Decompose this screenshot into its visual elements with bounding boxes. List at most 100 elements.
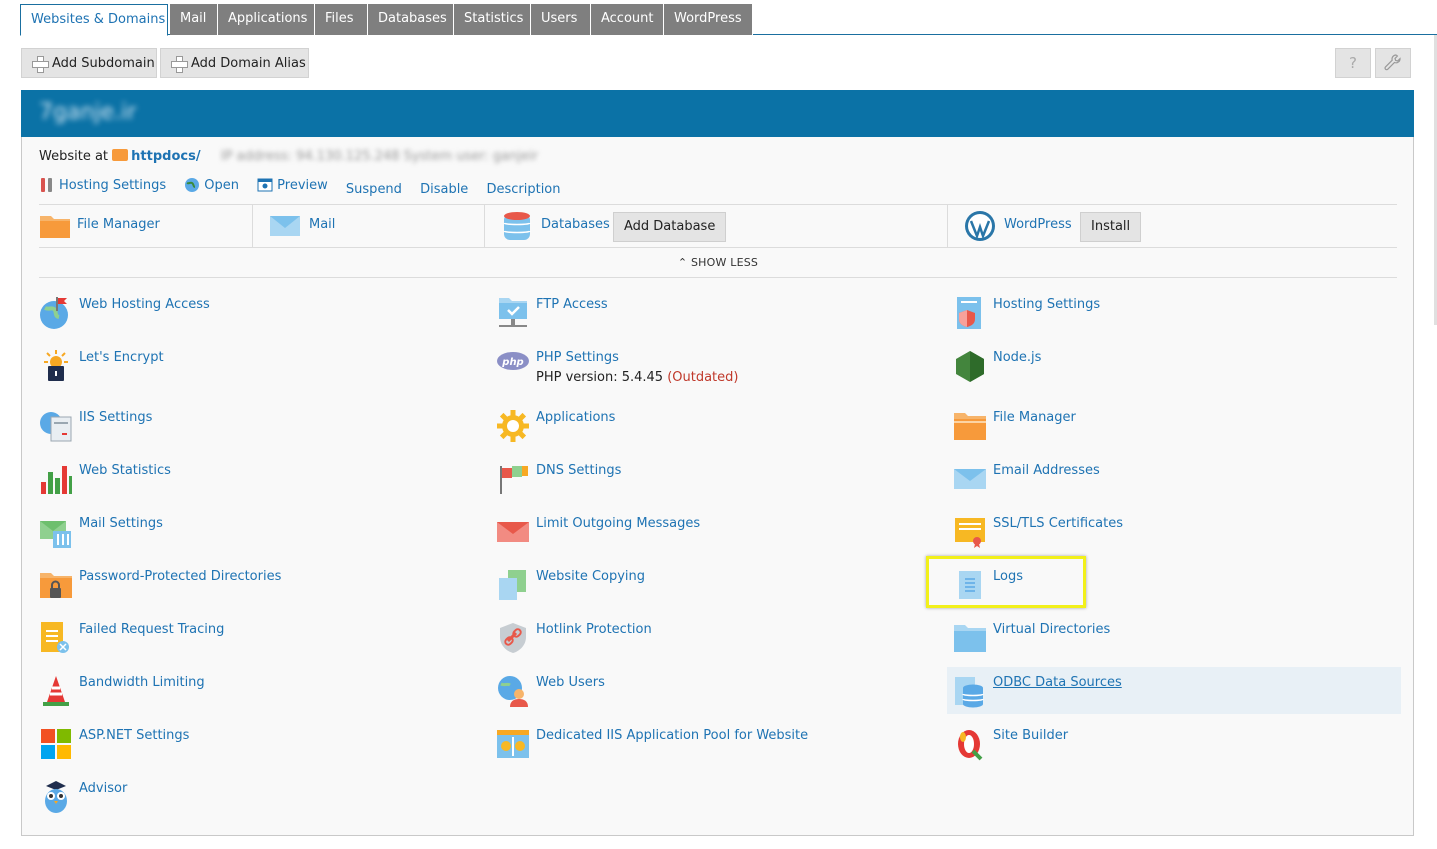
- tool-web-statistics[interactable]: Web Statistics: [39, 462, 459, 508]
- globe-icon: [185, 178, 200, 192]
- website-copying-icon: [499, 570, 526, 600]
- tool-hosting-settings[interactable]: Hosting Settings: [953, 296, 1373, 342]
- mail-settings-icon: [40, 521, 71, 548]
- tab-applications[interactable]: Applications: [218, 4, 315, 35]
- locked-folder-icon: [40, 573, 72, 598]
- php-settings-label: PHP Settings: [536, 350, 619, 365]
- odbc-data-sources-label: ODBC Data Sources: [993, 675, 1122, 690]
- tool-web-users[interactable]: Web Users: [496, 674, 916, 720]
- site-builder-label: Site Builder: [993, 728, 1069, 743]
- dns-flags-icon: [500, 466, 528, 494]
- tool-aspnet-settings[interactable]: ASP.NET Settings: [39, 727, 459, 773]
- nodejs-icon: [956, 351, 984, 382]
- hosting-settings-icon: [41, 178, 52, 192]
- tool-site-builder[interactable]: Site Builder: [953, 727, 1373, 773]
- web-users-label: Web Users: [536, 675, 605, 690]
- quick-mail[interactable]: Mail: [253, 205, 485, 247]
- description-link[interactable]: Description: [486, 182, 560, 197]
- quick-file-manager[interactable]: File Manager: [39, 205, 253, 247]
- hosting-settings-label: Hosting Settings: [59, 177, 167, 193]
- tab-databases[interactable]: Databases: [368, 4, 454, 35]
- website-copying-label: Website Copying: [536, 569, 646, 584]
- tool-php-settings[interactable]: php PHP Settings PHP version: 5.4.45 (Ou…: [496, 349, 916, 395]
- failed-request-tracing-icon: [41, 622, 69, 653]
- docroot-link[interactable]: httpdocs/: [131, 149, 200, 164]
- tool-hotlink-protection[interactable]: Hotlink Protection: [496, 621, 916, 667]
- tool-odbc-data-sources[interactable]: ODBC Data Sources: [953, 674, 1373, 720]
- domain-actions: Hosting Settings Open Preview Suspend Di…: [39, 177, 575, 197]
- install-button[interactable]: Install: [1080, 212, 1142, 242]
- suspend-link[interactable]: Suspend: [346, 182, 402, 197]
- tool-applications[interactable]: Applications: [496, 409, 916, 455]
- tab-websites-domains[interactable]: Websites & Domains: [20, 4, 168, 36]
- tab-statistics[interactable]: Statistics: [454, 4, 531, 35]
- tool-iis-settings[interactable]: IIS Settings: [39, 409, 459, 455]
- tools-button[interactable]: [1375, 48, 1411, 78]
- logs-highlight-box: [926, 556, 1086, 608]
- open-link[interactable]: Open: [184, 177, 239, 193]
- traffic-cone-icon: [43, 676, 69, 706]
- tool-lets-encrypt[interactable]: Let's Encrypt: [39, 349, 459, 395]
- envelope-icon: [954, 469, 986, 489]
- hosting-settings-link[interactable]: Hosting Settings: [39, 177, 166, 193]
- file-manager-label: File Manager: [993, 410, 1076, 425]
- add-domain-alias-label: Add Domain Alias: [191, 56, 306, 71]
- tool-ftp-access[interactable]: FTP Access: [496, 296, 916, 342]
- mail-settings-label: Mail Settings: [79, 516, 163, 531]
- shield-link-icon: [500, 623, 526, 653]
- tool-mail-settings[interactable]: Mail Settings: [39, 515, 459, 561]
- tab-wordpress[interactable]: WordPress: [664, 4, 753, 35]
- website-info: Website at httpdocs/ IP address: 94.130.…: [39, 149, 538, 164]
- folder-icon: [954, 413, 986, 440]
- web-hosting-access-icon: [40, 297, 68, 329]
- help-button[interactable]: ?: [1335, 48, 1371, 78]
- odbc-database-icon: [955, 677, 984, 708]
- tab-account[interactable]: Account: [591, 4, 664, 35]
- domain-panel: 7ganje.ir Website at httpdocs/ IP addres…: [21, 90, 1414, 836]
- show-less-toggle[interactable]: ⌃ SHOW LESS: [39, 247, 1397, 278]
- quick-wordpress[interactable]: WordPress Install: [948, 205, 1397, 247]
- quick-databases[interactable]: Databases Add Database: [485, 205, 948, 247]
- domain-name: 7ganje.ir: [39, 100, 137, 125]
- tab-files[interactable]: Files: [315, 4, 368, 35]
- svg-text:php: php: [501, 357, 523, 368]
- preview-link[interactable]: Preview: [257, 177, 328, 193]
- tool-failed-request-tracing[interactable]: Failed Request Tracing: [39, 621, 459, 667]
- main-tabs: Websites & Domains Mail Applications Fil…: [20, 4, 1437, 36]
- blue-folder-icon: [954, 625, 986, 652]
- tool-limit-outgoing-messages[interactable]: Limit Outgoing Messages: [496, 515, 916, 561]
- advisor-label: Advisor: [79, 781, 128, 796]
- tool-email-addresses[interactable]: Email Addresses: [953, 462, 1373, 508]
- tool-advisor[interactable]: Advisor: [39, 780, 459, 826]
- wordpress-label: WordPress: [1004, 217, 1072, 232]
- tool-dedicated-iis-pool[interactable]: Dedicated IIS Application Pool for Websi…: [496, 727, 916, 773]
- wordpress-icon: [965, 211, 995, 241]
- tool-bandwidth-limiting[interactable]: Bandwidth Limiting: [39, 674, 459, 720]
- tool-nodejs[interactable]: Node.js: [953, 349, 1373, 395]
- tool-web-hosting-access[interactable]: Web Hosting Access: [39, 296, 459, 342]
- virtual-directories-label: Virtual Directories: [993, 622, 1111, 637]
- tab-mail[interactable]: Mail: [170, 4, 218, 35]
- tool-password-protected-directories[interactable]: Password-Protected Directories: [39, 568, 459, 614]
- iis-settings-label: IIS Settings: [79, 410, 153, 425]
- hosting-settings-doc-icon: [957, 297, 981, 329]
- ftp-access-icon: [499, 298, 527, 327]
- tab-users[interactable]: Users: [531, 4, 591, 35]
- add-database-button[interactable]: Add Database: [613, 212, 727, 242]
- tool-file-manager[interactable]: File Manager: [953, 409, 1373, 455]
- add-domain-alias-button[interactable]: Add Domain Alias: [160, 48, 309, 78]
- web-users-icon: [498, 676, 528, 707]
- password-protected-directories-label: Password-Protected Directories: [79, 569, 282, 584]
- tool-website-copying[interactable]: Website Copying: [496, 568, 916, 614]
- databases-label: Databases: [541, 217, 610, 232]
- windows-logo-icon: [41, 729, 71, 759]
- disable-link[interactable]: Disable: [420, 182, 468, 197]
- chevron-up-icon: ⌃: [677, 256, 688, 269]
- add-subdomain-button[interactable]: Add Subdomain: [21, 48, 157, 78]
- tool-virtual-directories[interactable]: Virtual Directories: [953, 621, 1373, 667]
- plus-icon: [171, 56, 188, 73]
- open-label: Open: [204, 177, 240, 193]
- tool-dns-settings[interactable]: DNS Settings: [496, 462, 916, 508]
- php-outdated-status: (Outdated): [667, 370, 739, 385]
- tool-ssl-tls-certificates[interactable]: SSL/TLS Certificates: [953, 515, 1373, 561]
